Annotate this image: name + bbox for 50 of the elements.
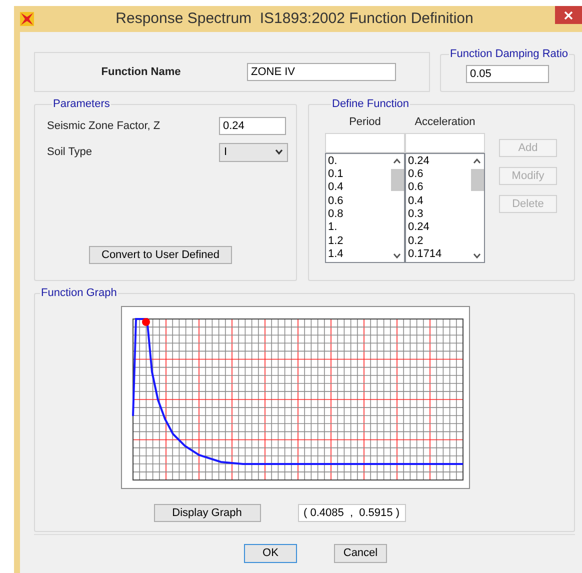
chevron-down-icon[interactable] — [473, 252, 481, 258]
list-box[interactable]: 0. 0.1 0.4 0.6 0.8 1. 1.2 1.4 — [325, 152, 405, 262]
list-item[interactable]: 0.1714 — [408, 248, 470, 262]
close-button[interactable] — [555, 6, 582, 24]
group-legend: Parameters — [52, 96, 111, 112]
list-item[interactable]: 1. — [328, 221, 390, 235]
chevron-up-icon[interactable] — [393, 158, 401, 164]
list-item[interactable]: 0.1 — [328, 168, 390, 182]
list-item[interactable]: 0.24 — [408, 221, 470, 235]
dropdown[interactable]: I — [219, 142, 288, 162]
group-legend: Function Graph — [40, 285, 118, 302]
field-label: Seismic Zone Factor, Z — [47, 118, 160, 134]
chevron-up-icon[interactable] — [473, 158, 481, 164]
list-item[interactable]: 0.3 — [408, 208, 470, 222]
input-field[interactable]: 0.24 — [219, 117, 286, 135]
group-legend: Define Function — [331, 96, 410, 112]
dropdown-value: I — [224, 144, 228, 160]
convert-button[interactable]: Convert to User Defined — [89, 246, 232, 264]
list-item[interactable]: 0.6 — [408, 168, 470, 182]
list-box[interactable]: 0.24 0.6 0.6 0.4 0.3 0.24 0.2 0.1714 — [405, 152, 485, 262]
list-item[interactable]: 0. — [328, 154, 390, 168]
list-item[interactable]: 0.4 — [408, 194, 470, 208]
list-item[interactable]: 0.6 — [408, 181, 470, 195]
list-item[interactable]: 0.8 — [328, 208, 390, 222]
input-field[interactable] — [325, 132, 405, 152]
scrollbar-thumb[interactable] — [390, 168, 404, 190]
list-item[interactable]: 1.2 — [328, 234, 390, 248]
column-header: Acceleration — [414, 115, 476, 130]
chevron-down-icon — [275, 149, 283, 155]
coordinate-readout: ( 0.4085 , 0.5915 ) — [298, 504, 406, 522]
chevron-down-icon[interactable] — [393, 252, 401, 258]
app-icon — [20, 12, 34, 26]
window-title: Response Spectrum IS1893:2002 Function Definition — [116, 8, 474, 29]
list-item[interactable]: 0.4 — [328, 181, 390, 195]
close-icon — [564, 10, 573, 20]
dialog-button[interactable]: OK — [244, 544, 297, 563]
field-label: Function Name — [100, 64, 182, 80]
display-graph-button[interactable]: Display Graph — [154, 504, 260, 522]
input-field[interactable]: ZONE IV — [247, 63, 396, 81]
input-field[interactable] — [405, 132, 485, 152]
group-legend: Function Damping Ratio — [449, 46, 570, 62]
field-label: Soil Type — [47, 144, 92, 160]
list-item[interactable]: 0.6 — [328, 194, 390, 208]
scrollbar-thumb[interactable] — [470, 168, 484, 190]
list-item[interactable]: 1.4 — [328, 248, 390, 262]
input-field[interactable]: 0.05 — [466, 64, 549, 82]
column-header: Period — [348, 115, 382, 130]
list-item[interactable]: 0.24 — [408, 154, 470, 168]
dialog-button[interactable]: Cancel — [334, 544, 387, 563]
list-item[interactable]: 0.2 — [408, 234, 470, 248]
